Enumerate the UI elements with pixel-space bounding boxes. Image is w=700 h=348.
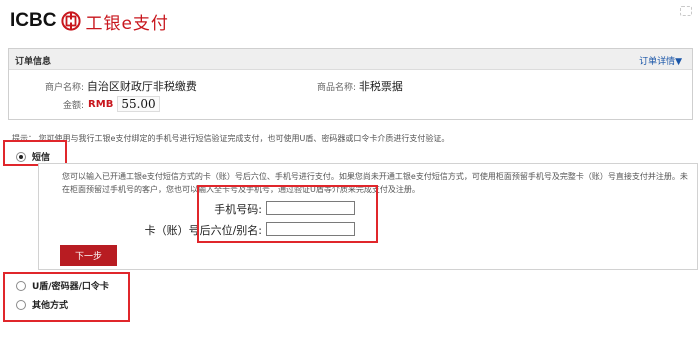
header: ICBC 工银e支付	[0, 0, 700, 40]
payment-tip: 提示： 您可使用与我行工银e支付绑定的手机号进行短信验证完成支付，也可使用U盾、…	[12, 134, 450, 143]
merchant-value: 自治区财政厅非税缴费	[86, 80, 197, 93]
product-row: 商品名称: 非税票据	[317, 78, 403, 94]
amount-row: 金额: RMB 55.00	[63, 96, 160, 112]
icbc-logo: ICBC 工银e支付	[10, 8, 169, 34]
window-icon[interactable]	[680, 6, 692, 16]
merchant-label: 商户名称:	[45, 83, 85, 93]
merchant-row: 商户名称: 自治区财政厅非税缴费	[45, 78, 197, 94]
amount-label: 金额:	[63, 100, 85, 111]
order-info-panel: 订单信息 订单详情▼ 商户名称: 自治区财政厅非税缴费 商品名称: 非税票据 金…	[8, 48, 693, 120]
logo-text: ICBC	[10, 10, 57, 31]
brand-name: 工银e支付	[85, 13, 169, 34]
product-value: 非税票据	[358, 80, 403, 93]
order-info-title: 订单信息	[15, 57, 52, 67]
sms-description: 您可以输入已开通工银e支付短信方式的卡（账）号后六位、手机号进行支付。如果您尚未…	[62, 172, 688, 194]
annotation-frame-fields	[197, 185, 378, 243]
amount-value: 55.00	[117, 96, 160, 112]
product-label: 商品名称:	[317, 83, 357, 93]
icbc-emblem-icon	[61, 11, 82, 31]
order-details-link[interactable]: 订单详情▼	[639, 54, 682, 67]
amount-currency: RMB	[88, 98, 114, 110]
annotation-frame-other-methods	[3, 272, 130, 322]
order-info-header: 订单信息 订单详情▼	[9, 49, 692, 70]
next-step-button[interactable]: 下一步	[60, 245, 117, 266]
